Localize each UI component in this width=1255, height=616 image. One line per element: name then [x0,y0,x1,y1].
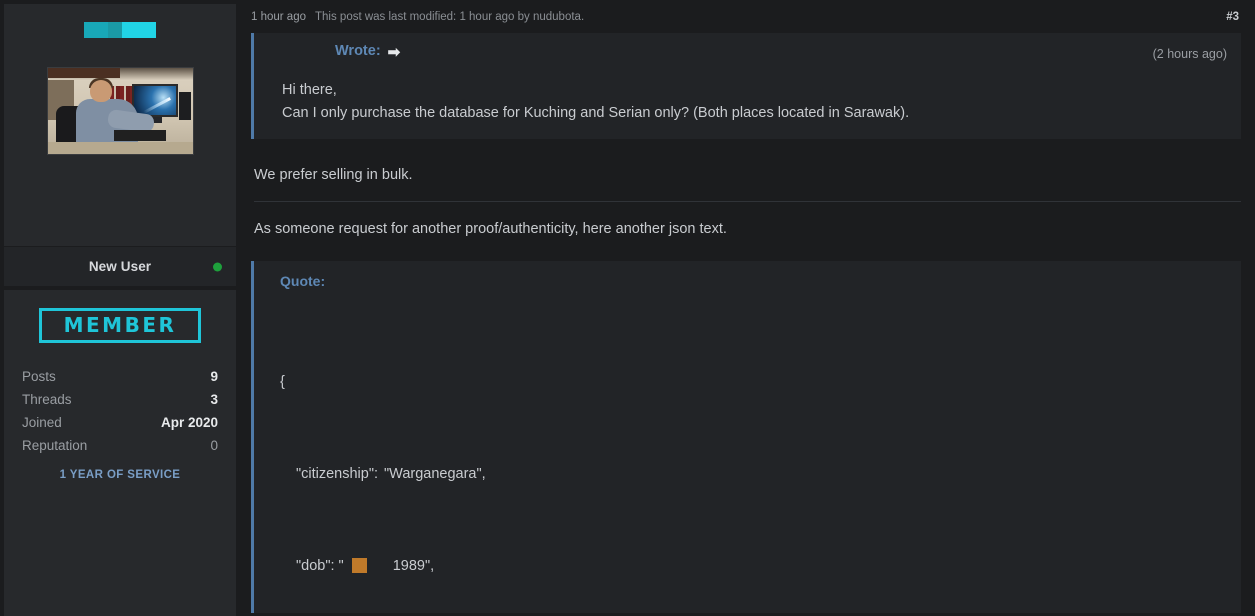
redaction-block [351,558,367,574]
author-username-redacted[interactable] [84,22,156,38]
stat-label: Threads [22,392,72,407]
stat-row-posts: Posts 9 [20,365,220,388]
avatar-detail [113,130,166,141]
json-quote-block: Quote: { "citizenship": "Warganegara", "d… [251,261,1241,614]
service-length-badge: 1 YEAR OF SERVICE [59,469,181,481]
avatar-detail [47,68,120,78]
json-quote-label: Quote: [280,273,326,290]
stat-value: Apr 2020 [160,415,218,430]
json-key: "dob": " [296,558,344,575]
stat-row-reputation: Reputation 0 [20,434,220,457]
member-badge: MEMBER [38,308,202,343]
post-header-left: 1 hour ago This post was last modified: … [251,11,584,23]
stat-value: 3 [210,392,218,407]
jump-to-post-arrow-icon[interactable]: ➡ [388,45,401,60]
avatar[interactable] [46,67,194,155]
author-stats-panel: MEMBER Posts 9 Threads 3 Joined Apr 2020… [4,290,236,616]
quoted-author-name-redacted [282,45,328,58]
json-line-dob: "dob": " 1989", [280,555,1231,578]
stat-row-joined: Joined Apr 2020 [20,411,220,434]
post-timestamp[interactable]: 1 hour ago [251,11,306,23]
quoted-post-age: (2 hours ago) [1152,46,1227,61]
post-number[interactable]: #3 [1226,11,1239,23]
redaction-block [108,22,122,38]
quoted-post: Wrote: ➡ (2 hours ago) Hi there, Can I o… [251,33,1241,140]
forum-post-page: New User MEMBER Posts 9 Threads 3 Joined… [0,0,1255,616]
quoted-post-body: Hi there, Can I only purchase the databa… [282,79,1227,126]
stat-label: Reputation [22,438,88,453]
stat-value: 9 [210,369,218,384]
post-content: 1 hour ago This post was last modified: … [240,0,1255,616]
author-user-title: New User [88,259,152,274]
post-paragraph-2: As someone request for another proof/aut… [254,221,727,238]
avatar-detail [47,142,193,154]
json-value: 1989", [392,558,435,575]
stat-label: Posts [22,369,56,384]
stat-label: Joined [22,415,62,430]
post-modified-note: This post was last modified: 1 hour ago … [315,10,585,23]
author-card: New User [4,4,236,286]
quoted-line: Hi there, [282,81,337,98]
stat-row-threads: Threads 3 [20,388,220,411]
post-divider [254,201,1241,203]
json-line-open: { [280,374,285,391]
author-stats-list: Posts 9 Threads 3 Joined Apr 2020 Reputa… [20,365,220,457]
post-author-sidebar: New User MEMBER Posts 9 Threads 3 Joined… [0,0,240,616]
author-user-panel [4,4,236,246]
author-title-row: New User [4,246,236,286]
quoted-wrote-label: Wrote: [335,43,381,59]
stat-value: 0 [210,438,218,453]
avatar-detail [178,92,191,120]
quoted-post-header: Wrote: ➡ (2 hours ago) [282,43,1227,61]
json-key: "citizenship": [296,466,379,483]
json-quote-code[interactable]: { "citizenship": "Warganegara", "dob": " 1… [280,302,1231,613]
quoted-author[interactable]: Wrote: ➡ [282,43,401,60]
json-value: "Warganegara", [384,466,486,483]
quoted-line: Can I only purchase the database for Kuc… [282,104,910,121]
json-line-citizenship: "citizenship": "Warganegara", [280,463,1231,486]
online-status-icon [213,262,222,271]
redaction-block [122,22,156,38]
post-paragraph-1: We prefer selling in bulk. [254,167,413,184]
post-header: 1 hour ago This post was last modified: … [248,0,1241,33]
avatar-detail [89,80,112,102]
redaction-block [84,22,108,38]
